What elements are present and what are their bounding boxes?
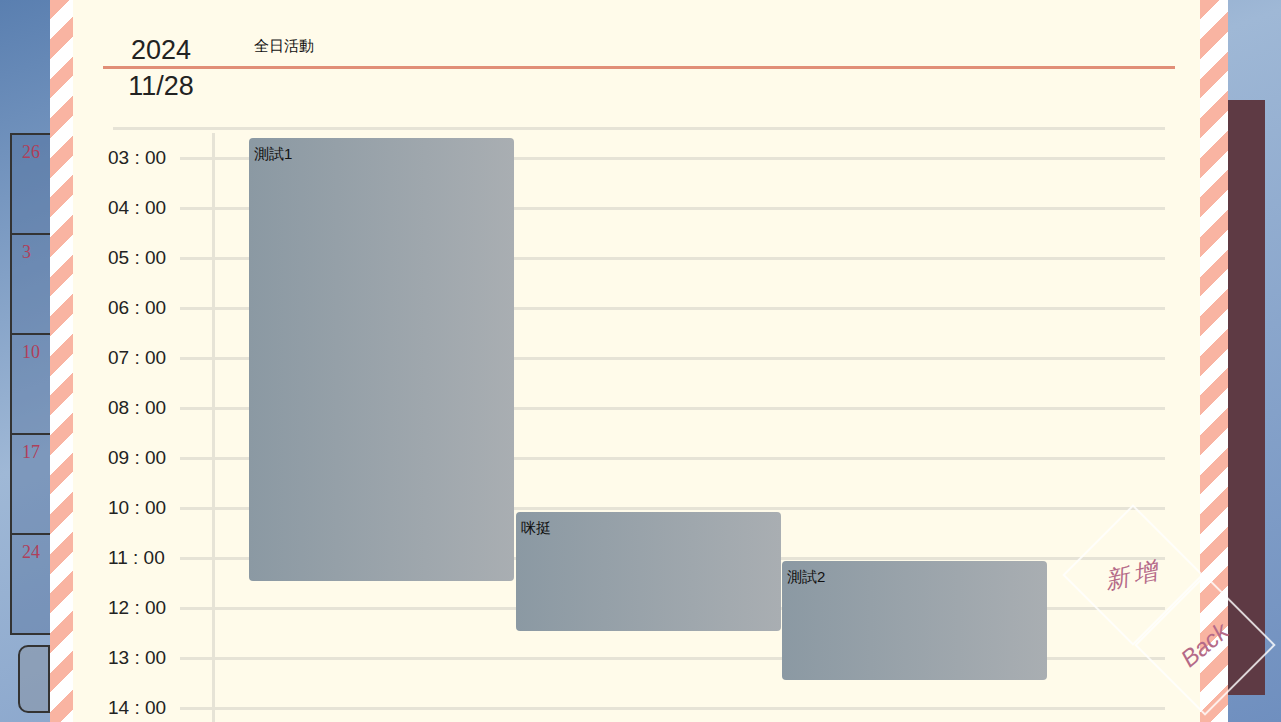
schedule-screen: 263101724 202411/28 全日活動 03 : 0004 : 0005 :… bbox=[0, 0, 1281, 722]
year-label: 2024 bbox=[131, 32, 191, 68]
calendar-day[interactable]: 10 bbox=[12, 333, 50, 433]
hour-row: 04 : 00 bbox=[73, 183, 1200, 233]
hour-row: 06 : 00 bbox=[73, 283, 1200, 333]
hour-row: 05 : 00 bbox=[73, 233, 1200, 283]
calendar-day[interactable]: 3 bbox=[12, 233, 50, 333]
event-block[interactable]: 咪挺 bbox=[516, 512, 781, 631]
calendar-day[interactable]: 17 bbox=[12, 433, 50, 533]
back-button[interactable]: Back bbox=[1155, 595, 1255, 695]
hour-row: 03 : 00 bbox=[73, 133, 1200, 183]
day-header: 202411/28 全日活動 bbox=[73, 0, 1200, 127]
hour-row: 09 : 00 bbox=[73, 433, 1200, 483]
hour-row: 07 : 00 bbox=[73, 333, 1200, 383]
calendar-strip: 263101724 bbox=[0, 0, 50, 722]
all-day-event[interactable]: 全日活動 bbox=[249, 33, 1047, 118]
time-grid: 03 : 0004 : 0005 : 0006 : 0007 : 0008 : … bbox=[73, 133, 1200, 722]
day-panel: 202411/28 全日活動 03 : 0004 : 0005 : 0006 : 0… bbox=[50, 0, 1228, 722]
event-block[interactable]: 測試1 bbox=[249, 138, 514, 581]
calendar-day[interactable]: 24 bbox=[12, 533, 50, 633]
event-block[interactable]: 測試2 bbox=[782, 561, 1047, 680]
add-button[interactable]: 新增 bbox=[1083, 525, 1183, 625]
hour-row: 08 : 00 bbox=[73, 383, 1200, 433]
hour-row: 14 : 00 bbox=[73, 683, 1200, 722]
date-label: 11/28 bbox=[128, 68, 194, 104]
calendar-day[interactable]: 26 bbox=[12, 133, 50, 233]
